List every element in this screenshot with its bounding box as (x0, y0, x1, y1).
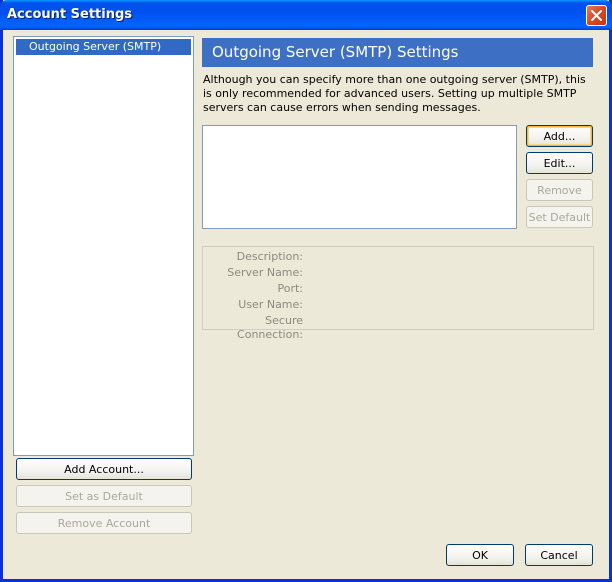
add-account-label: Add Account... (64, 462, 144, 476)
detail-secure-connection-label: Secure Connection: (237, 314, 303, 341)
detail-description-label: Description: (236, 250, 303, 263)
add-server-label: Add... (543, 129, 576, 143)
smtp-server-list[interactable] (202, 125, 517, 229)
smtp-description: Although you can specify more than one o… (203, 73, 586, 114)
tree-item-outgoing-server[interactable]: Outgoing Server (SMTP) (16, 39, 191, 55)
remove-account-label: Remove Account (57, 516, 151, 530)
detail-server-name-label: Server Name: (227, 266, 303, 279)
set-as-default-button[interactable]: Set as Default (16, 485, 192, 507)
tree-item-label: Outgoing Server (SMTP) (29, 40, 162, 53)
set-default-server-label: Set Default (528, 210, 591, 224)
add-account-button[interactable]: Add Account... (16, 458, 192, 480)
remove-server-button[interactable]: Remove (526, 179, 593, 201)
cancel-label: Cancel (540, 548, 578, 562)
server-details-panel: Description: Server Name: Port: User Nam… (202, 246, 594, 341)
title-bar[interactable]: Account Settings (0, 0, 612, 30)
remove-server-label: Remove (537, 183, 582, 197)
ok-button[interactable]: OK (446, 544, 514, 566)
close-icon (591, 10, 602, 21)
account-tree[interactable]: Outgoing Server (SMTP) (13, 36, 194, 456)
detail-port-label: Port: (277, 282, 303, 295)
close-button[interactable] (586, 5, 607, 26)
cancel-button[interactable]: Cancel (525, 544, 593, 566)
set-as-default-label: Set as Default (65, 489, 143, 503)
add-server-button[interactable]: Add... (526, 125, 593, 147)
edit-server-label: Edit... (543, 156, 576, 170)
page-title: Outgoing Server (SMTP) Settings (202, 38, 593, 67)
window-title: Account Settings (7, 7, 133, 22)
set-default-server-button[interactable]: Set Default (526, 206, 593, 228)
ok-label: OK (472, 548, 488, 562)
remove-account-button[interactable]: Remove Account (16, 512, 192, 534)
edit-server-button[interactable]: Edit... (526, 152, 593, 174)
detail-user-name-label: User Name: (238, 298, 303, 311)
